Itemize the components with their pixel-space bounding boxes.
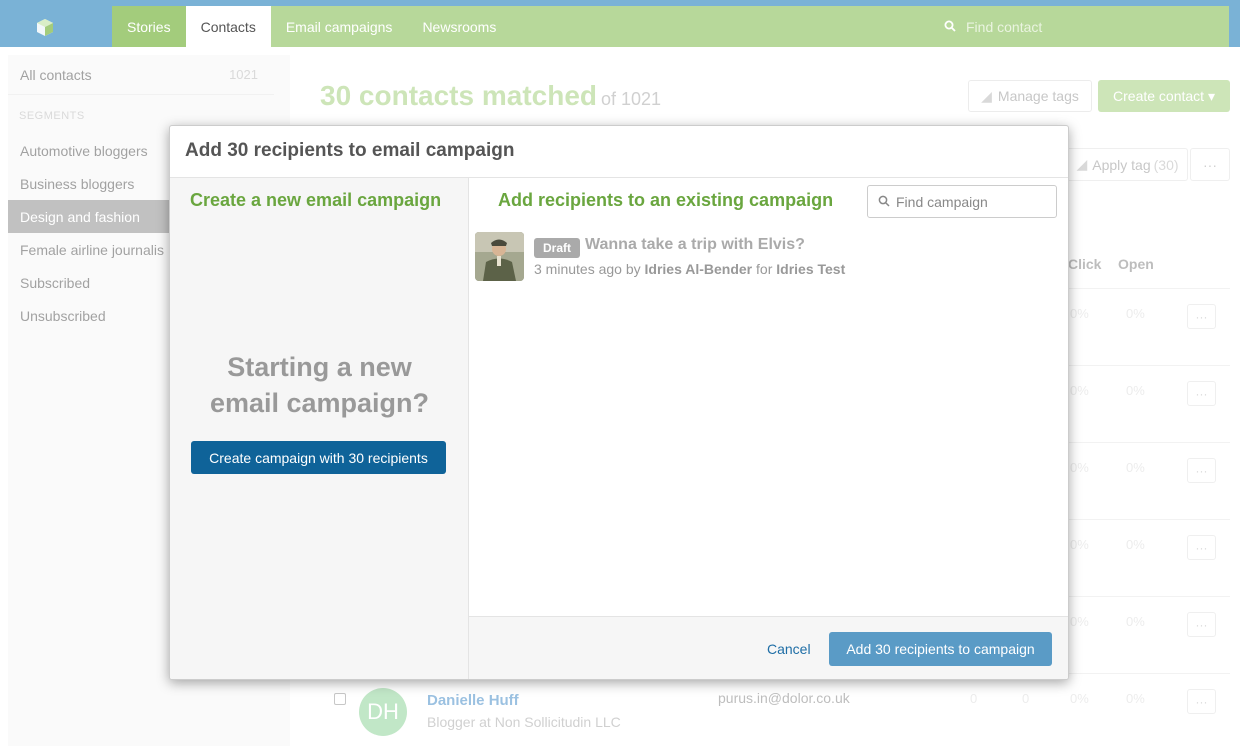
logo-icon bbox=[37, 18, 53, 36]
starting-line-1: Starting a new bbox=[227, 352, 412, 382]
tab-newsrooms[interactable]: Newsrooms bbox=[407, 6, 511, 47]
existing-campaign-panel: Add recipients to an existing campaign F… bbox=[469, 178, 1068, 679]
add-to-campaign-button[interactable]: Add 30 recipients to campaign bbox=[829, 632, 1052, 666]
draft-badge: Draft bbox=[534, 238, 581, 258]
search-icon bbox=[878, 194, 890, 210]
main-tabs: Stories Contacts Email campaigns Newsroo… bbox=[112, 6, 511, 47]
find-contact-placeholder: Find contact bbox=[966, 18, 1043, 35]
campaign-thumbnail bbox=[475, 232, 524, 281]
new-campaign-heading: Create a new email campaign bbox=[190, 190, 442, 210]
cancel-button[interactable]: Cancel bbox=[767, 641, 811, 657]
modal-footer: Cancel Add 30 recipients to campaign bbox=[469, 616, 1068, 679]
logo[interactable] bbox=[0, 6, 90, 47]
campaign-author: Idries Al-Bender bbox=[644, 261, 753, 277]
create-campaign-button[interactable]: Create campaign with 30 recipients bbox=[191, 441, 446, 474]
add-recipients-modal: Add 30 recipients to email campaign Crea… bbox=[169, 125, 1069, 680]
campaign-for: for bbox=[756, 261, 773, 277]
tab-stories[interactable]: Stories bbox=[112, 6, 186, 47]
campaign-time: 3 minutes ago by bbox=[534, 261, 641, 277]
top-nav: Stories Contacts Email campaigns Newsroo… bbox=[0, 0, 1240, 47]
find-contact-search[interactable]: Find contact bbox=[944, 6, 1042, 47]
new-campaign-panel: Create a new email campaign Starting a n… bbox=[170, 178, 469, 679]
campaign-target: Idries Test bbox=[776, 261, 846, 277]
tab-email-campaigns[interactable]: Email campaigns bbox=[271, 6, 408, 47]
modal-title: Add 30 recipients to email campaign bbox=[170, 126, 1068, 178]
find-campaign-placeholder: Find campaign bbox=[896, 193, 988, 210]
starting-line-2: email campaign? bbox=[209, 388, 430, 418]
nav-spacer bbox=[90, 6, 112, 47]
tab-contacts[interactable]: Contacts bbox=[185, 6, 271, 47]
campaign-meta: 3 minutes ago by Idries Al-Bender for Id… bbox=[534, 261, 845, 277]
find-campaign-input[interactable]: Find campaign bbox=[867, 185, 1057, 218]
existing-campaign-heading: Add recipients to an existing campaign bbox=[498, 190, 834, 210]
campaign-list-item[interactable]: Draft Wanna take a trip with Elvis? 3 mi… bbox=[475, 232, 1055, 284]
search-icon bbox=[944, 19, 956, 35]
campaign-title[interactable]: Wanna take a trip with Elvis? bbox=[585, 236, 805, 254]
nav-edge bbox=[1229, 6, 1240, 47]
starting-prompt: Starting a new email campaign? bbox=[170, 349, 469, 421]
